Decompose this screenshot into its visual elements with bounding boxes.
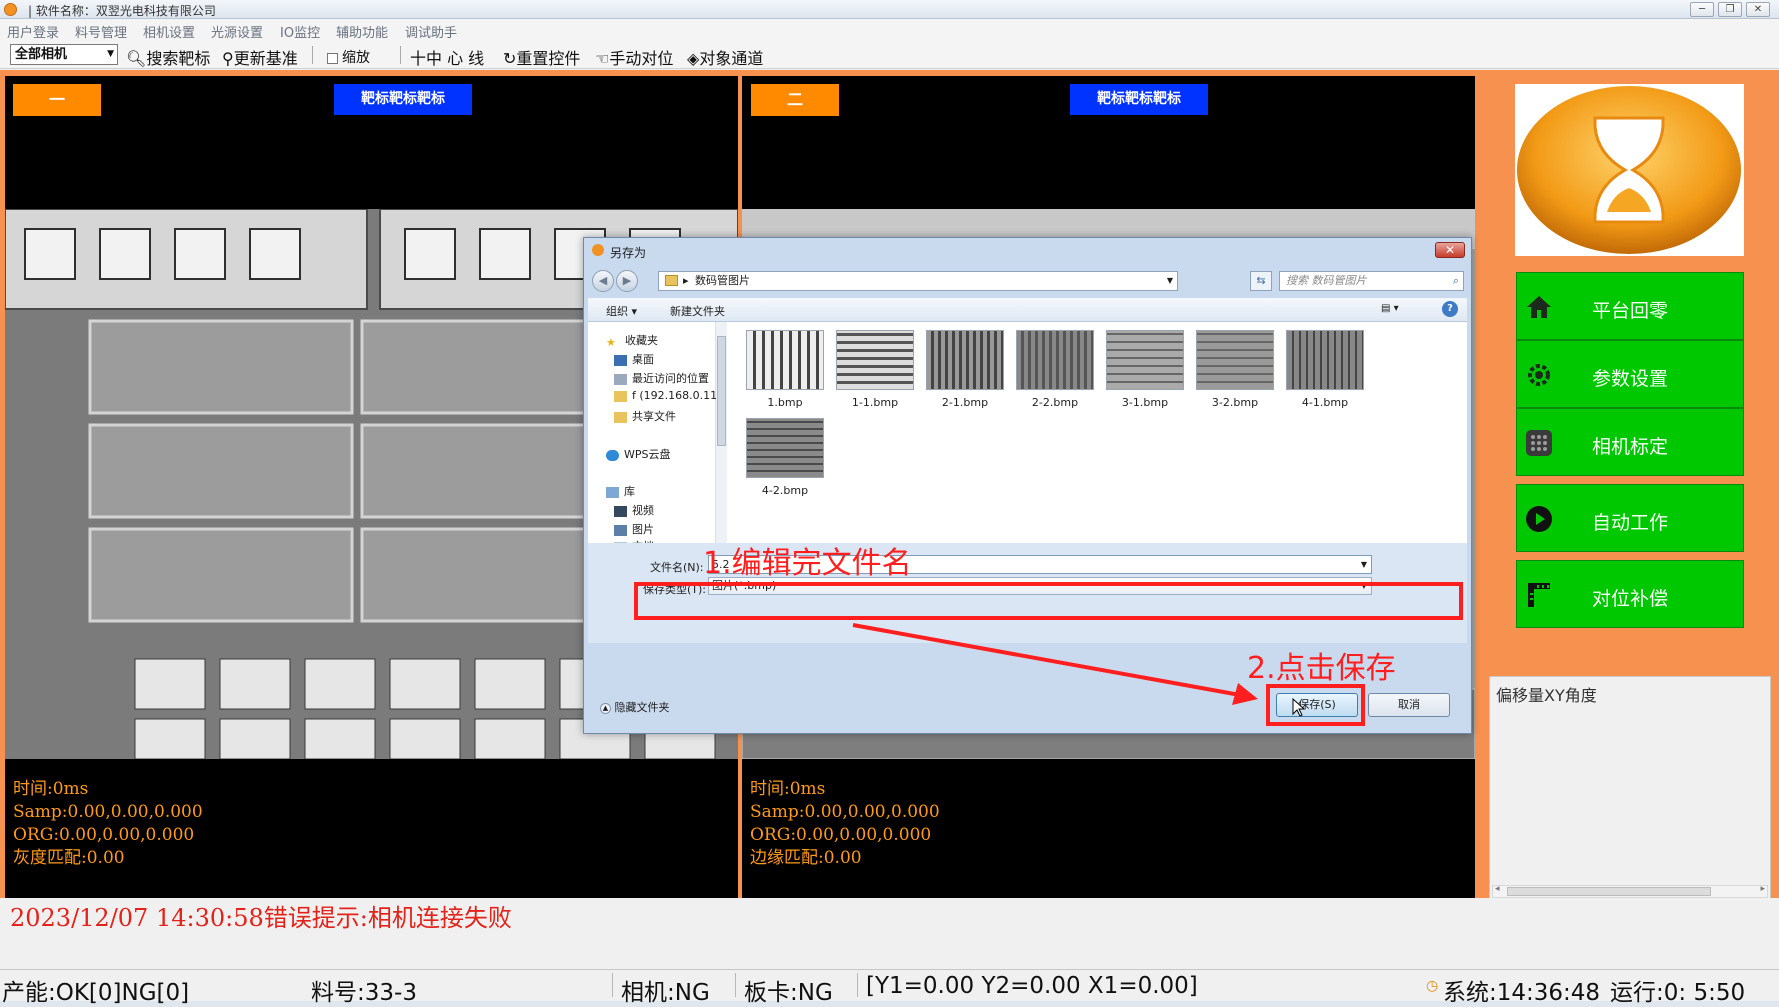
mouse-cursor-icon bbox=[1292, 698, 1306, 717]
arrow-line bbox=[852, 623, 1241, 697]
app-window: | 软件名称：双翌光电科技有限公司 ─ ❐ ✕ 用户登录 料号管理 相机设置 光… bbox=[0, 0, 1779, 1006]
annotation-arrow bbox=[852, 623, 1258, 705]
arrow-head-icon bbox=[1232, 683, 1258, 705]
